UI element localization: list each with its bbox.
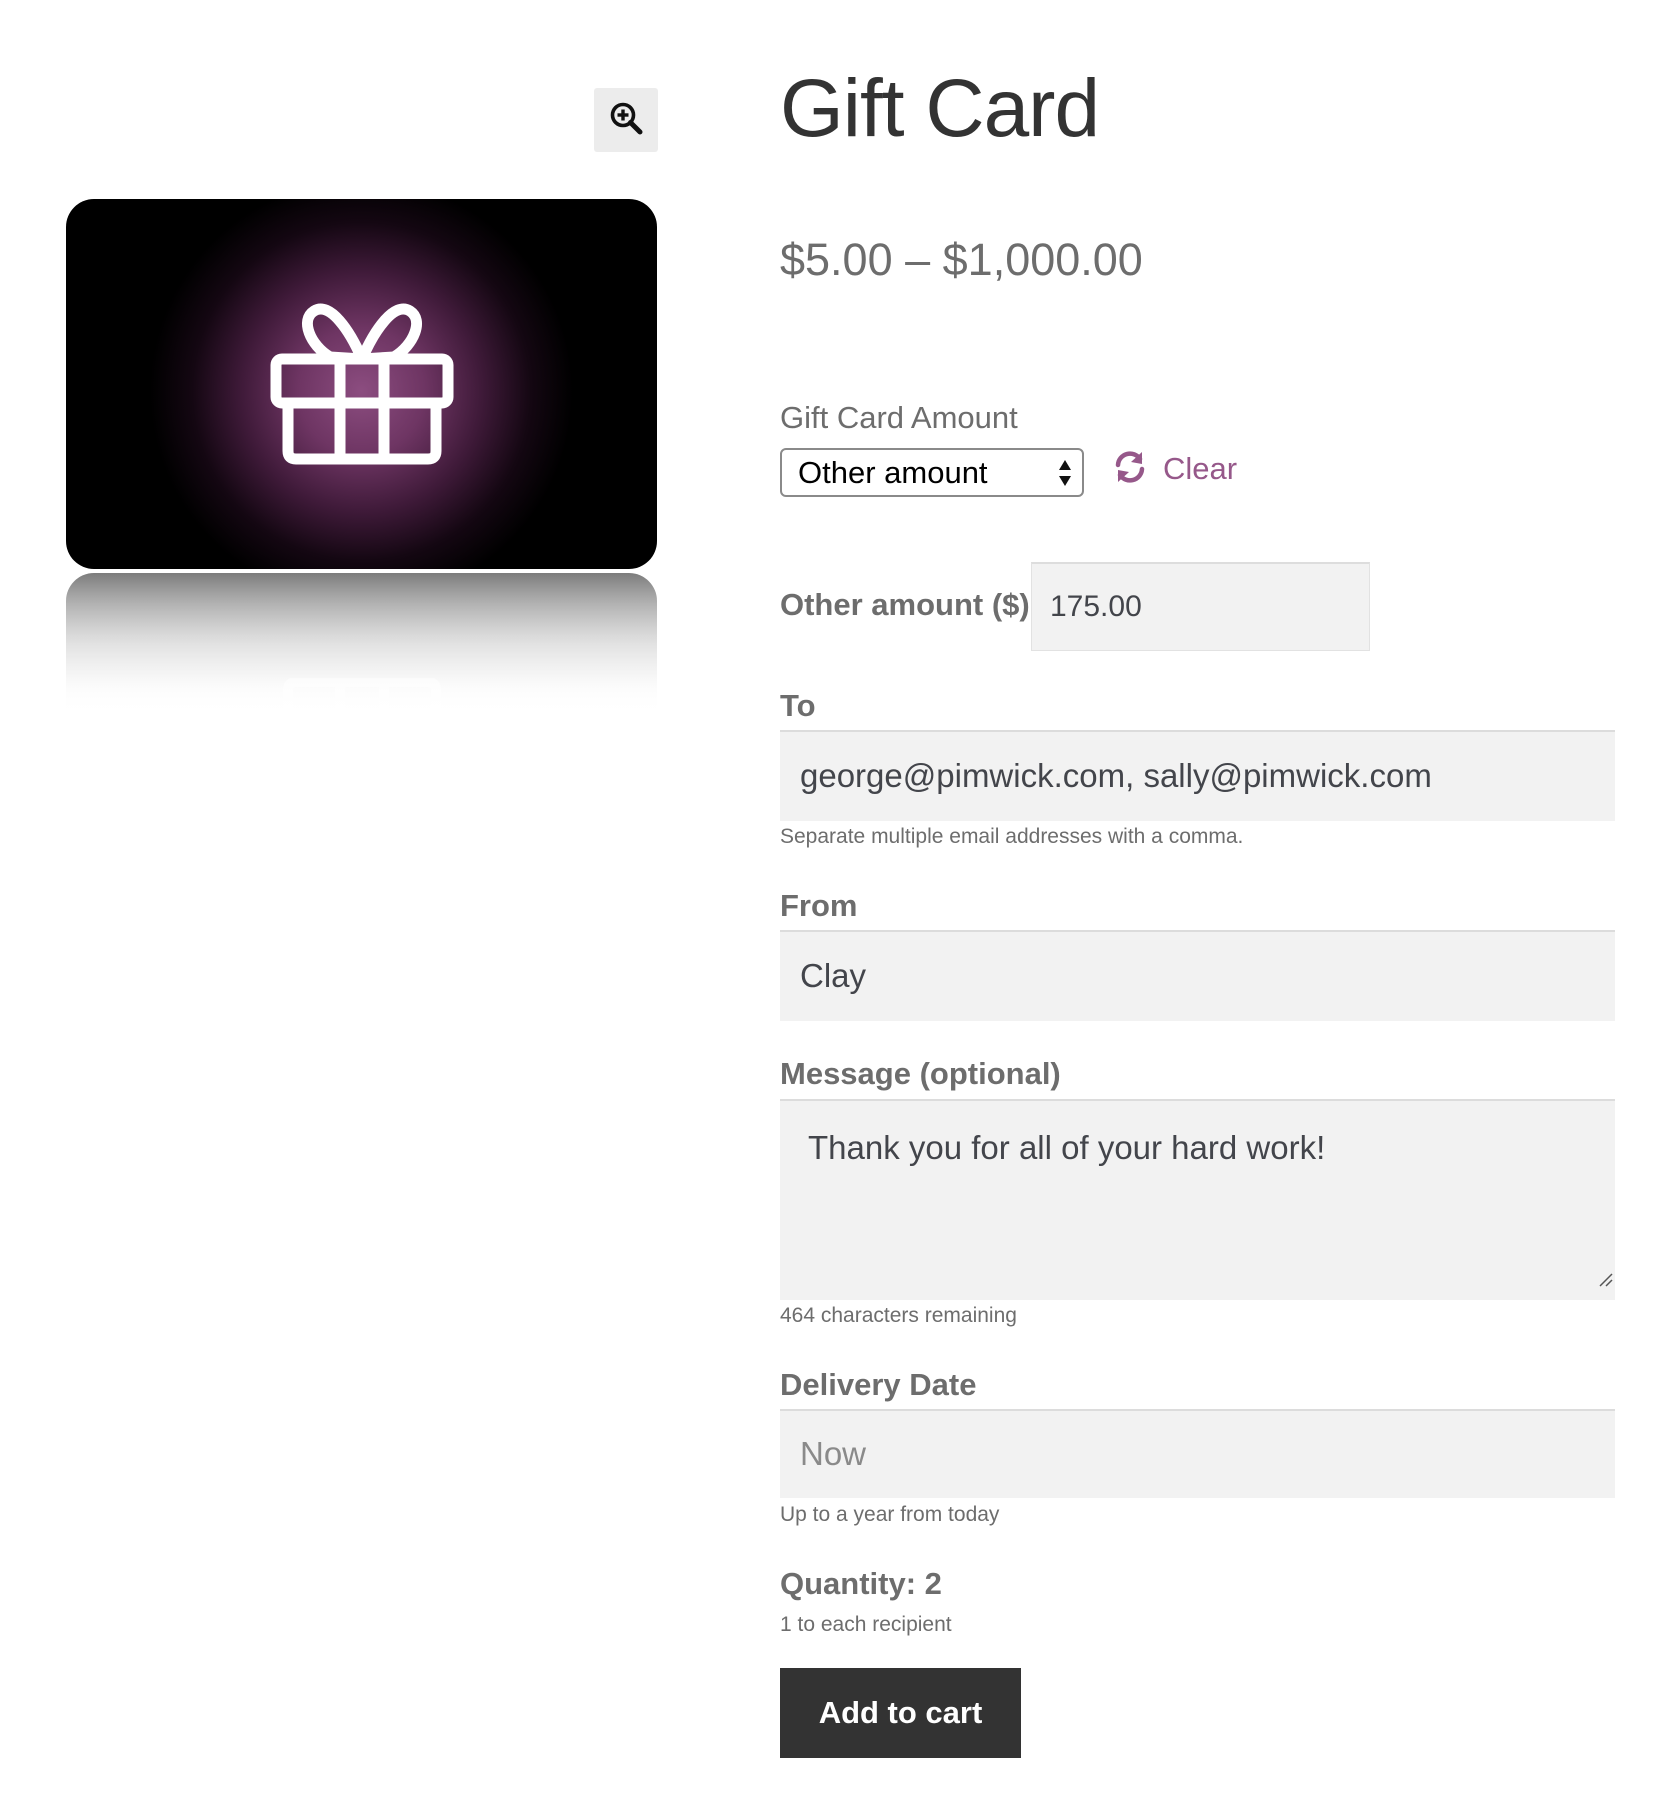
- product-image[interactable]: [66, 199, 657, 569]
- to-email-input[interactable]: george@pimwick.com, sally@pimwick.com: [780, 730, 1615, 821]
- reflection-fade: [66, 573, 657, 715]
- message-label: Message (optional): [780, 1056, 1061, 1091]
- price-range: $5.00 – $1,000.00: [780, 234, 1143, 285]
- from-label: From: [780, 888, 858, 923]
- delivery-date-help: Up to a year from today: [780, 1503, 1000, 1526]
- to-label: To: [780, 688, 816, 723]
- product-title: Gift Card: [780, 63, 1100, 154]
- gift-icon: [270, 301, 454, 470]
- select-arrows-icon: [1058, 456, 1072, 502]
- other-amount-label: Other amount ($): [780, 587, 1030, 622]
- delivery-date-label: Delivery Date: [780, 1367, 977, 1402]
- gift-card-amount-value: Other amount: [798, 455, 988, 490]
- message-textarea[interactable]: Thank you for all of your hard work!: [780, 1099, 1615, 1300]
- add-to-cart-button[interactable]: Add to cart: [780, 1668, 1021, 1758]
- resize-handle-icon[interactable]: [1597, 1255, 1613, 1298]
- to-help-text: Separate multiple email addresses with a…: [780, 825, 1244, 848]
- quantity-label: Quantity: 2: [780, 1566, 942, 1601]
- message-text: Thank you for all of your hard work!: [808, 1129, 1326, 1166]
- clear-label: Clear: [1163, 451, 1238, 486]
- gift-card-amount-label: Gift Card Amount: [780, 400, 1018, 435]
- zoom-button[interactable]: [594, 88, 658, 152]
- clear-button[interactable]: Clear: [1113, 446, 1237, 492]
- other-amount-input[interactable]: 175.00: [1031, 562, 1370, 651]
- product-image-reflection: [66, 573, 657, 715]
- from-input[interactable]: Clay: [780, 930, 1615, 1021]
- delivery-date-input[interactable]: Now: [780, 1409, 1615, 1498]
- gift-card-amount-select[interactable]: Other amount: [780, 448, 1084, 497]
- refresh-icon: [1113, 450, 1147, 489]
- quantity-help: 1 to each recipient: [780, 1613, 952, 1636]
- magnifier-plus-icon: [609, 101, 643, 140]
- characters-remaining: 464 characters remaining: [780, 1304, 1017, 1327]
